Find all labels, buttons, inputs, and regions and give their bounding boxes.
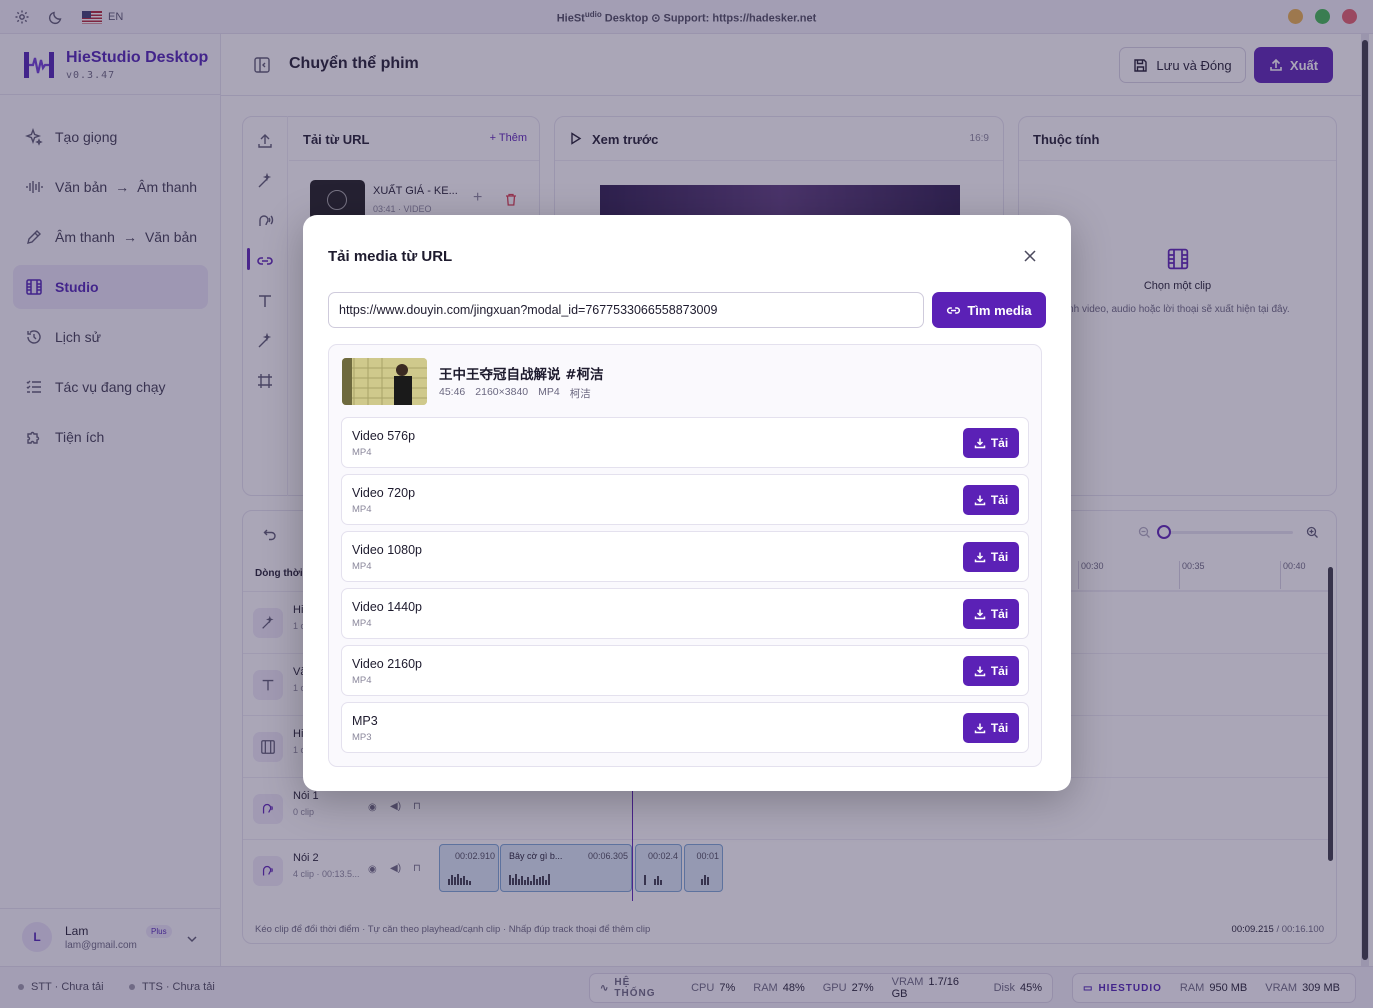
format-row: MP3 MP3 Tải: [341, 702, 1029, 753]
media-result: 王中王夺冠自战解说 #柯洁 45:46 2160×3840 MP4 柯洁 Vid…: [328, 344, 1042, 767]
format-type: MP4: [352, 504, 372, 515]
download-label: Tải: [990, 721, 1009, 735]
format-type: MP4: [352, 447, 372, 458]
format-name: MP3: [352, 714, 378, 728]
format-name: Video 576p: [352, 429, 416, 443]
url-input[interactable]: [328, 292, 924, 328]
link-icon: [947, 306, 961, 314]
find-media-button[interactable]: Tìm media: [932, 292, 1046, 328]
result-format: MP4: [538, 386, 560, 398]
download-label: Tải: [990, 607, 1009, 621]
format-name: Video 2160p: [352, 657, 422, 671]
app-window: EN HieStudio Desktop ⊙ Support: https://…: [0, 0, 1373, 1008]
download-label: Tải: [990, 550, 1009, 564]
format-row: Video 1440p MP4 Tải: [341, 588, 1029, 639]
format-row: Video 576p MP4 Tải: [341, 417, 1029, 468]
result-thumbnail: [342, 358, 427, 405]
download-icon: [974, 609, 986, 620]
format-row: Video 720p MP4 Tải: [341, 474, 1029, 525]
format-type: MP3: [352, 732, 372, 743]
download-label: Tải: [990, 664, 1009, 678]
download-button[interactable]: Tải: [963, 656, 1019, 686]
format-row: Video 1080p MP4 Tải: [341, 531, 1029, 582]
format-name: Video 1440p: [352, 600, 422, 614]
result-duration: 45:46: [439, 386, 466, 398]
download-icon: [974, 438, 986, 449]
find-media-label: Tìm media: [967, 302, 1032, 318]
download-button[interactable]: Tải: [963, 428, 1019, 458]
format-name: Video 1080p: [352, 543, 422, 557]
download-button[interactable]: Tải: [963, 542, 1019, 572]
download-button[interactable]: Tải: [963, 485, 1019, 515]
download-label: Tải: [990, 436, 1009, 450]
close-icon[interactable]: [1022, 248, 1038, 264]
download-button[interactable]: Tải: [963, 599, 1019, 629]
result-meta: 45:46 2160×3840 MP4 柯洁: [439, 386, 591, 401]
format-type: MP4: [352, 561, 372, 572]
download-icon: [974, 552, 986, 563]
format-name: Video 720p: [352, 486, 416, 500]
url-download-dialog: Tải media từ URL Tìm media 王中王夺冠自战解说 #柯洁…: [303, 215, 1071, 791]
download-label: Tải: [990, 493, 1009, 507]
result-resolution: 2160×3840: [475, 386, 529, 398]
download-icon: [974, 666, 986, 677]
download-icon: [974, 495, 986, 506]
format-type: MP4: [352, 675, 372, 686]
format-type: MP4: [352, 618, 372, 629]
result-author: 柯洁: [569, 388, 591, 400]
dialog-title: Tải media từ URL: [328, 248, 453, 265]
format-row: Video 2160p MP4 Tải: [341, 645, 1029, 696]
result-title: 王中王夺冠自战解说 #柯洁: [439, 367, 604, 383]
download-icon: [974, 723, 986, 734]
download-button[interactable]: Tải: [963, 713, 1019, 743]
